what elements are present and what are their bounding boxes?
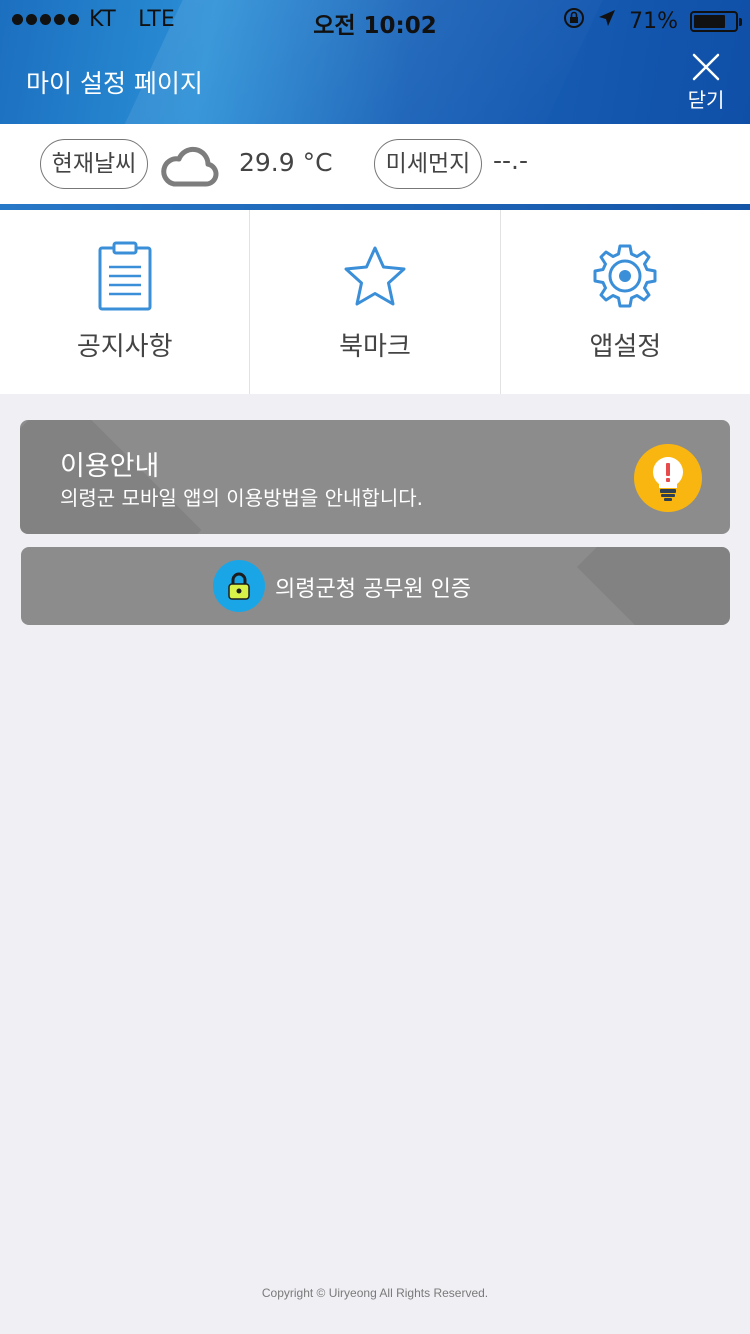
usage-guide-card[interactable]: 이용안내 의령군 모바일 앱의 이용방법을 안내합니다. <box>20 420 730 534</box>
star-icon <box>341 238 409 314</box>
auth-label: 의령군청 공무원 인증 <box>275 577 472 602</box>
app-header: KT LTE 오전 10:02 71% 마이 설정 페이지 닫기 <box>0 0 750 124</box>
battery-icon <box>690 10 742 32</box>
battery-percent: 71% <box>629 8 678 34</box>
cloud-icon <box>160 144 220 192</box>
menu-item-label: 앱설정 <box>589 332 662 362</box>
lightbulb-icon <box>634 444 702 512</box>
page-title: 마이 설정 페이지 <box>26 69 203 98</box>
menu-item-bookmark[interactable]: 북마크 <box>250 210 501 394</box>
menu-item-notice[interactable]: 공지사항 <box>0 210 251 394</box>
gear-icon <box>591 238 659 314</box>
location-arrow-icon <box>597 8 617 34</box>
status-right: 71% <box>563 7 742 35</box>
weather-label-badge: 현재날씨 <box>40 139 148 189</box>
close-icon <box>692 53 720 81</box>
temperature-value: 29.9 °C <box>239 148 333 177</box>
menu-item-label: 북마크 <box>339 332 411 362</box>
dust-label-badge: 미세먼지 <box>374 139 482 189</box>
official-auth-card[interactable]: 의령군청 공무원 인증 <box>21 547 730 625</box>
lock-icon <box>213 560 265 612</box>
orientation-lock-icon <box>563 7 585 35</box>
close-label: 닫기 <box>687 88 725 112</box>
menu-grid: 공지사항 북마크 앱설정 <box>0 210 750 394</box>
clipboard-icon <box>97 238 153 314</box>
status-bar: KT LTE 오전 10:02 71% <box>0 0 750 40</box>
card-decoration <box>576 547 730 625</box>
close-button[interactable]: 닫기 <box>682 52 730 113</box>
copyright-text: Copyright © Uiryeong All Rights Reserved… <box>261 1286 489 1300</box>
weather-bar: 현재날씨 29.9 °C 미세먼지 --.- <box>0 124 750 204</box>
guide-title: 이용안내 <box>60 451 160 482</box>
dust-value: --.- <box>493 146 529 175</box>
guide-description: 의령군 모바일 앱의 이용방법을 안내합니다. <box>60 486 423 510</box>
menu-item-settings[interactable]: 앱설정 <box>501 210 750 394</box>
menu-item-label: 공지사항 <box>76 332 173 362</box>
